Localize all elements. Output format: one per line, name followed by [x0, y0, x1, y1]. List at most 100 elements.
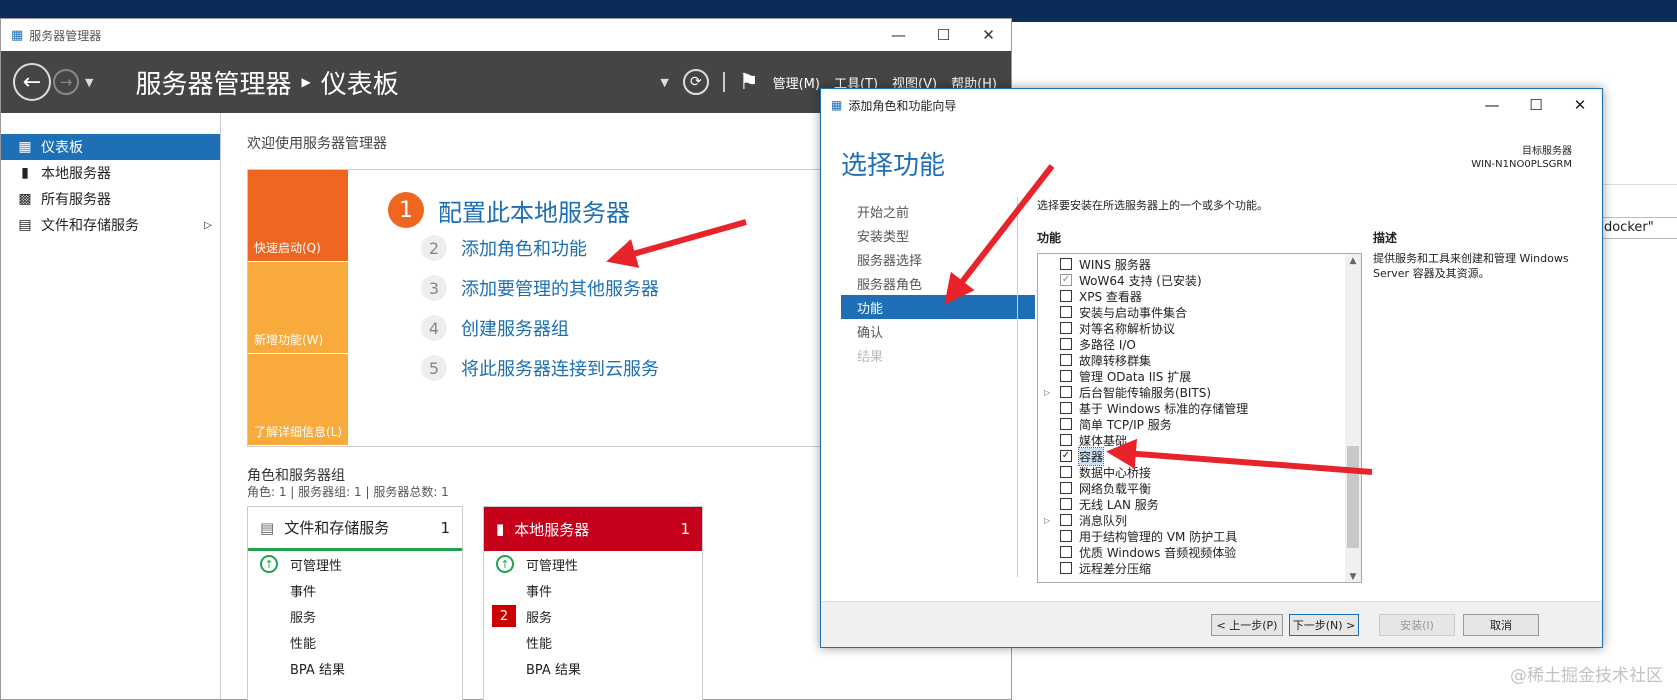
feature-item[interactable]: 远程差分压缩: [1038, 560, 1361, 576]
feature-checkbox[interactable]: ✓: [1060, 450, 1072, 462]
prev-button[interactable]: < 上一步(P): [1211, 614, 1283, 636]
wizard-maximize-button[interactable]: ☐: [1514, 96, 1558, 114]
feature-checkbox[interactable]: [1060, 402, 1072, 414]
expand-arrow-icon[interactable]: ▷: [1044, 516, 1050, 525]
feature-item[interactable]: 媒体基础: [1038, 432, 1361, 448]
feature-item[interactable]: 无线 LAN 服务: [1038, 496, 1361, 512]
tile-file-storage[interactable]: ▤ 文件和存储服务 1 ↑ 可管理性 事件 服务 性能 BPA 结果: [247, 506, 463, 700]
tab-whats-new[interactable]: 新增功能(W): [248, 262, 348, 354]
feature-checkbox[interactable]: [1060, 338, 1072, 350]
feature-checkbox[interactable]: [1060, 322, 1072, 334]
feature-checkbox[interactable]: [1060, 354, 1072, 366]
refresh-icon[interactable]: ⟳: [682, 69, 709, 95]
sidebar-item-file-storage[interactable]: ▤ 文件和存储服务 ▷: [1, 212, 220, 238]
tile-row[interactable]: ↑ 可管理性: [484, 551, 702, 577]
install-button[interactable]: 安装(I): [1379, 614, 1455, 636]
feature-item[interactable]: 对等名称解析协议: [1038, 320, 1361, 336]
feature-item[interactable]: ✓ 容器: [1038, 446, 1361, 466]
breadcrumb-app[interactable]: 服务器管理器: [135, 64, 291, 101]
close-button[interactable]: ✕: [966, 26, 1011, 44]
feature-item[interactable]: XPS 查看器: [1038, 288, 1361, 304]
scroll-down-icon[interactable]: ▼: [1345, 572, 1361, 582]
tile-row[interactable]: BPA 结果: [248, 655, 462, 681]
tab-learn-more[interactable]: 了解详细信息(L): [248, 354, 348, 446]
sidebar-item-dashboard[interactable]: ▦ 仪表板: [1, 134, 220, 160]
feature-checkbox[interactable]: [1060, 418, 1072, 430]
feature-checkbox[interactable]: [1060, 482, 1072, 494]
notifications-flag-icon[interactable]: ⚑: [739, 70, 759, 95]
feature-checkbox[interactable]: [1060, 386, 1072, 398]
wizard-step-before[interactable]: 开始之前: [841, 199, 1035, 223]
feature-item[interactable]: ▷ 消息队列: [1038, 512, 1361, 528]
tile-row[interactable]: BPA 结果: [484, 655, 702, 681]
feature-checkbox[interactable]: [1060, 258, 1072, 270]
feature-item[interactable]: WINS 服务器: [1038, 256, 1361, 272]
feature-checkbox[interactable]: [1060, 290, 1072, 302]
step-connect-cloud[interactable]: 5 将此服务器连接到云服务: [421, 348, 659, 388]
refresh-dropdown-icon[interactable]: ▼: [660, 76, 668, 89]
features-tree[interactable]: WINS 服务器 ✓ WoW64 支持 (已安装) XPS 查看器 安装与启动事件集合对…: [1037, 253, 1362, 583]
history-dropdown-icon[interactable]: ▼: [85, 76, 93, 89]
feature-checkbox[interactable]: [1060, 498, 1072, 510]
next-button[interactable]: 下一步(N) >: [1289, 614, 1359, 636]
feature-item[interactable]: 用于结构管理的 VM 防护工具: [1038, 528, 1361, 544]
feature-checkbox[interactable]: [1060, 546, 1072, 558]
feature-item[interactable]: 数据中心桥接: [1038, 464, 1361, 480]
step-create-server-group[interactable]: 4 创建服务器组: [421, 308, 659, 348]
tile-row[interactable]: 服务: [248, 603, 462, 629]
feature-item[interactable]: 安装与启动事件集合: [1038, 304, 1361, 320]
feature-label: 多路径 I/O: [1079, 337, 1136, 352]
feature-checkbox[interactable]: [1060, 306, 1072, 318]
feature-checkbox[interactable]: [1060, 466, 1072, 478]
tile-row[interactable]: 性能: [484, 629, 702, 655]
wizard-minimize-button[interactable]: —: [1470, 96, 1514, 114]
wizard-step-server-select[interactable]: 服务器选择: [841, 247, 1035, 271]
wizard-close-button[interactable]: ✕: [1558, 96, 1602, 114]
step-add-servers[interactable]: 3 添加要管理的其他服务器: [421, 268, 659, 308]
tile-row[interactable]: 事件: [248, 577, 462, 603]
scroll-up-icon[interactable]: ▲: [1345, 256, 1361, 266]
feature-item[interactable]: ▷ 后台智能传输服务(BITS): [1038, 384, 1361, 400]
feature-checkbox[interactable]: [1060, 562, 1072, 574]
maximize-button[interactable]: ☐: [921, 26, 966, 44]
tile-row[interactable]: ↑ 可管理性: [248, 551, 462, 577]
menu-manage[interactable]: 管理(M): [773, 73, 820, 92]
wizard-step-install-type[interactable]: 安装类型: [841, 223, 1035, 247]
tile-row[interactable]: 性能: [248, 629, 462, 655]
feature-checkbox[interactable]: [1060, 530, 1072, 542]
feature-item[interactable]: 基于 Windows 标准的存储管理: [1038, 400, 1361, 416]
status-ok-icon: ↑: [260, 555, 278, 573]
feature-item[interactable]: 管理 OData IIS 扩展: [1038, 368, 1361, 384]
feature-item[interactable]: 优质 Windows 音频视频体验: [1038, 544, 1361, 560]
sidebar-item-all-servers[interactable]: ▩ 所有服务器: [1, 186, 220, 212]
tile-local-server[interactable]: ▮ 本地服务器 1 ↑ 可管理性 事件 2 服务 性能 BPA 结果: [483, 506, 703, 700]
tab-quick-start[interactable]: 快速启动(Q): [248, 170, 348, 262]
step-configure-local-server[interactable]: 1 配置此本地服务器: [388, 192, 659, 228]
feature-checkbox[interactable]: ✓: [1060, 274, 1072, 286]
feature-item[interactable]: 多路径 I/O: [1038, 336, 1361, 352]
back-button[interactable]: ←: [13, 63, 51, 101]
features-scrollbar[interactable]: ▲ ▼: [1345, 254, 1361, 582]
scroll-thumb[interactable]: [1347, 446, 1359, 548]
feature-checkbox[interactable]: [1060, 514, 1072, 526]
expand-arrow-icon[interactable]: ▷: [1044, 388, 1050, 397]
feature-item[interactable]: 网络负载平衡: [1038, 480, 1361, 496]
feature-checkbox[interactable]: [1060, 370, 1072, 382]
search-box[interactable]: "docker": [1593, 217, 1677, 239]
sidebar-item-local-server[interactable]: ▮ 本地服务器: [1, 160, 220, 186]
step-add-roles-features[interactable]: 2 添加角色和功能: [421, 228, 659, 268]
minimize-button[interactable]: —: [876, 26, 921, 44]
tile-row[interactable]: 事件: [484, 577, 702, 603]
feature-item[interactable]: ✓ WoW64 支持 (已安装): [1038, 272, 1361, 288]
expand-arrow-icon[interactable]: ▷: [204, 220, 212, 231]
feature-checkbox[interactable]: [1060, 434, 1072, 446]
wizard-step-confirm[interactable]: 确认: [841, 319, 1035, 343]
servers-icon: ▩: [18, 191, 32, 207]
feature-item[interactable]: 简单 TCP/IP 服务: [1038, 416, 1361, 432]
cancel-button[interactable]: 取消: [1463, 614, 1539, 636]
feature-item[interactable]: 故障转移群集: [1038, 352, 1361, 368]
forward-button[interactable]: →: [53, 69, 79, 95]
wizard-step-server-roles[interactable]: 服务器角色: [841, 271, 1035, 295]
tile-row[interactable]: 2 服务: [484, 603, 702, 629]
wizard-step-features[interactable]: 功能: [841, 295, 1035, 319]
